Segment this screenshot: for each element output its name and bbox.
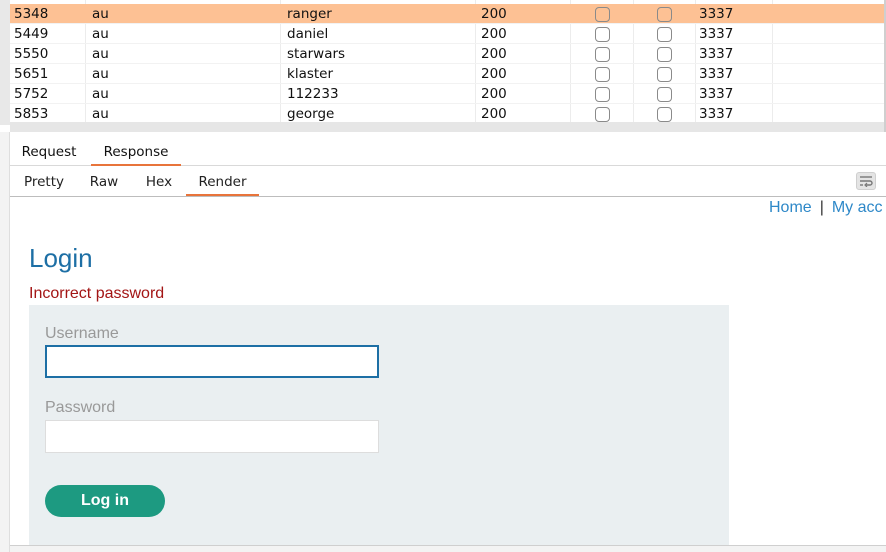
payload-1: au [92, 46, 109, 62]
table-row[interactable]: 5449 au daniel 200 3337 [10, 24, 886, 44]
error-message: Incorrect password [29, 285, 165, 302]
payload-2: ranger [287, 6, 332, 22]
timeout-checkbox[interactable] [657, 107, 672, 122]
tab-response[interactable]: Response [91, 138, 181, 166]
table-horizontal-scrollbar[interactable] [10, 122, 886, 132]
timeout-checkbox[interactable] [657, 87, 672, 102]
error-checkbox[interactable] [595, 87, 610, 102]
payload-2: 112233 [287, 86, 339, 102]
payload-1: au [92, 106, 109, 122]
timeout-checkbox[interactable] [657, 67, 672, 82]
bottom-scrollbar[interactable] [10, 545, 886, 552]
message-tabs: Request Response [10, 138, 886, 166]
nav-separator: | [819, 199, 824, 216]
error-checkbox[interactable] [595, 67, 610, 82]
request-id: 5853 [14, 106, 49, 122]
response-length: 3337 [699, 66, 734, 82]
table-row[interactable]: 5348 au ranger 200 3337 [10, 4, 886, 24]
status-code: 200 [481, 6, 507, 22]
table-row[interactable]: 5853 au george 200 3337 [10, 104, 886, 124]
status-code: 200 [481, 26, 507, 42]
status-code: 200 [481, 86, 507, 102]
results-table: 5348 au ranger 200 3337 5449 au daniel 2… [0, 0, 886, 125]
tab-render[interactable]: Render [186, 168, 259, 196]
response-length: 3337 [699, 106, 734, 122]
payload-2: starwars [287, 46, 346, 62]
response-length: 3337 [699, 86, 734, 102]
request-id: 5752 [14, 86, 49, 102]
error-checkbox[interactable] [595, 107, 610, 122]
password-label: Password [45, 399, 116, 416]
table-row[interactable]: 5752 au 112233 200 3337 [10, 84, 886, 104]
tab-request[interactable]: Request [16, 138, 82, 166]
error-checkbox[interactable] [595, 7, 610, 22]
left-panel-edge [0, 132, 10, 552]
username-input[interactable] [45, 345, 379, 378]
username-label: Username [45, 325, 119, 342]
tab-raw[interactable]: Raw [80, 168, 128, 196]
payload-1: au [92, 86, 109, 102]
status-code: 200 [481, 66, 507, 82]
payload-1: au [92, 6, 109, 22]
login-form: Username Password Log in [29, 305, 729, 545]
response-length: 3337 [699, 46, 734, 62]
status-code: 200 [481, 46, 507, 62]
response-length: 3337 [699, 26, 734, 42]
view-tabs: Pretty Raw Hex Render [10, 168, 886, 197]
rendered-response: Home | My acc Login Incorrect password Use… [10, 197, 886, 545]
response-length: 3337 [699, 6, 734, 22]
error-checkbox[interactable] [595, 47, 610, 62]
password-input[interactable] [45, 420, 379, 453]
payload-2: george [287, 106, 335, 122]
payload-2: klaster [287, 66, 334, 82]
table-row[interactable]: 5651 au klaster 200 3337 [10, 64, 886, 84]
nav-home-link[interactable]: Home [769, 199, 812, 216]
request-id: 5651 [14, 66, 49, 82]
page-title: Login [29, 243, 93, 273]
request-id: 5550 [14, 46, 49, 62]
payload-1: au [92, 26, 109, 42]
request-id: 5348 [14, 6, 49, 22]
tab-pretty[interactable]: Pretty [16, 168, 72, 196]
request-id: 5449 [14, 26, 49, 42]
timeout-checkbox[interactable] [657, 7, 672, 22]
site-nav: Home | My acc [769, 197, 883, 219]
timeout-checkbox[interactable] [657, 27, 672, 42]
timeout-checkbox[interactable] [657, 47, 672, 62]
login-button[interactable]: Log in [45, 485, 165, 517]
payload-1: au [92, 66, 109, 82]
tab-hex[interactable]: Hex [136, 168, 182, 196]
status-code: 200 [481, 106, 507, 122]
table-row[interactable]: 5550 au starwars 200 3337 [10, 44, 886, 64]
error-checkbox[interactable] [595, 27, 610, 42]
payload-2: daniel [287, 26, 329, 42]
nav-my-account-link[interactable]: My acc [832, 199, 883, 216]
word-wrap-icon[interactable] [856, 172, 876, 190]
